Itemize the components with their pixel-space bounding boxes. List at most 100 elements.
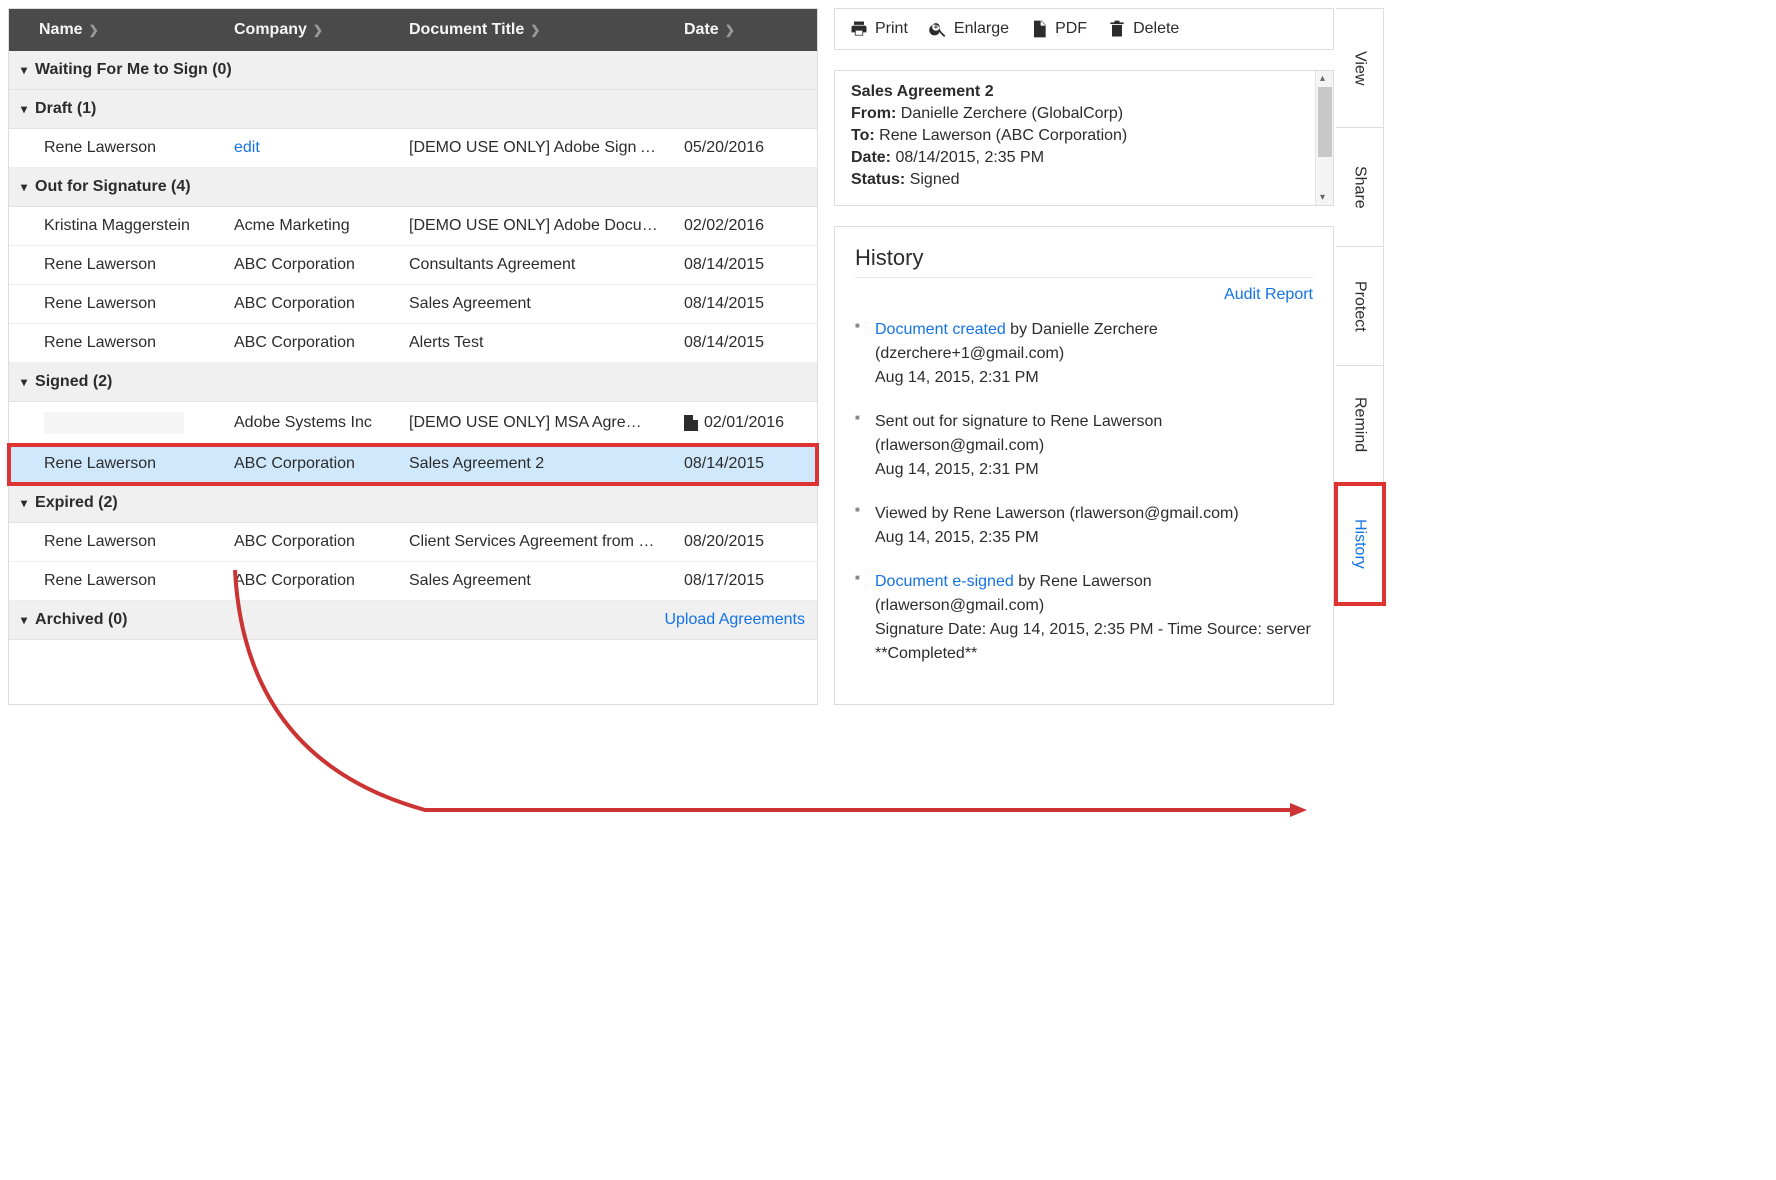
table-row[interactable]: Rene LawersonABC CorporationSales Agreem…: [9, 285, 817, 324]
table-row[interactable]: Rene LawersonABC CorporationAlerts Test0…: [9, 324, 817, 363]
agreements-table: Name❯ Company❯ Document Title ❯ Date ❯ ▾Wa…: [8, 8, 818, 705]
status-label: Status:: [851, 171, 905, 188]
history-item: Viewed by Rene Lawerson (rlawerson@gmail…: [855, 502, 1313, 550]
table-row[interactable]: Rene LawersonABC CorporationConsultants …: [9, 246, 817, 285]
history-heading: History: [855, 245, 1313, 271]
scroll-up-icon[interactable]: ▴: [1320, 73, 1325, 84]
section-header[interactable]: ▾Waiting For Me to Sign (0): [9, 51, 817, 90]
from-value: Danielle Zerchere (GlobalCorp): [901, 105, 1123, 122]
document-icon: [684, 415, 698, 431]
delete-label: Delete: [1133, 20, 1179, 38]
cell-title: Sales Agreement 2: [399, 455, 674, 473]
cell-title: [DEMO USE ONLY] Adobe Docu…: [399, 217, 674, 235]
cell-title: Consultants Agreement: [399, 256, 674, 274]
column-header-date-label: Date: [684, 21, 719, 39]
cell-company: Adobe Systems Inc: [224, 414, 399, 432]
column-header-title-label: Document Title: [409, 21, 524, 39]
chevron-right-icon: ❯: [313, 23, 323, 37]
cell-name: Rene Lawerson: [9, 139, 224, 157]
column-header-company[interactable]: Company❯: [224, 9, 399, 51]
table-row[interactable]: Rene LawersonABC CorporationSales Agreem…: [9, 562, 817, 601]
cell-company: ABC Corporation: [224, 533, 399, 551]
table-row[interactable]: Kristina MaggersteinAcme Marketing[DEMO …: [9, 207, 817, 246]
enlarge-button[interactable]: Enlarge: [928, 19, 1009, 39]
history-meta: Aug 14, 2015, 2:31 PM: [875, 461, 1039, 478]
column-header-date[interactable]: Date ❯: [674, 9, 804, 51]
cell-title: Sales Agreement: [399, 295, 674, 313]
side-tab-history[interactable]: History: [1336, 484, 1384, 604]
cell-name: Rene Lawerson: [9, 533, 224, 551]
details-title: Sales Agreement 2: [851, 83, 1317, 101]
section-label: Archived (0): [35, 611, 127, 629]
history-meta: Aug 14, 2015, 2:31 PM: [875, 369, 1039, 386]
scroll-down-icon[interactable]: ▾: [1320, 192, 1325, 203]
section-header[interactable]: ▾ Archived (0) Upload Agreements: [9, 601, 817, 640]
section-header[interactable]: ▾ Draft (1): [9, 90, 817, 129]
cell-name: Rene Lawerson: [9, 455, 224, 473]
cell-company: ABC Corporation: [224, 256, 399, 274]
cell-company: ABC Corporation: [224, 295, 399, 313]
upload-agreements-link[interactable]: Upload Agreements: [664, 611, 805, 629]
side-tab-share[interactable]: Share: [1336, 127, 1384, 247]
cell-name: Rene Lawerson: [9, 572, 224, 590]
history-item: Document created by Danielle Zerchere (d…: [855, 318, 1313, 390]
cell-date: 08/17/2015: [674, 572, 804, 590]
cell-title: [DEMO USE ONLY] Adobe Sign A…: [399, 139, 674, 157]
cell-title: [DEMO USE ONLY] MSA Agre…: [399, 414, 674, 432]
history-text: Sent out for signature to Rene Lawerson …: [875, 413, 1162, 454]
scrollbar[interactable]: ▴ ▾: [1315, 71, 1333, 205]
to-label: To:: [851, 127, 875, 144]
audit-report-link[interactable]: Audit Report: [855, 286, 1313, 304]
delete-button[interactable]: Delete: [1107, 19, 1179, 39]
edit-link[interactable]: edit: [234, 139, 260, 156]
side-tab-view[interactable]: View: [1336, 8, 1384, 128]
column-header-name[interactable]: Name❯: [9, 9, 224, 51]
cell-date: 08/14/2015: [674, 455, 804, 473]
table-header-row: Name❯ Company❯ Document Title ❯ Date ❯: [9, 9, 817, 51]
section-label: Draft (1): [35, 100, 96, 118]
pdf-label: PDF: [1055, 20, 1087, 38]
column-header-title[interactable]: Document Title ❯: [399, 9, 674, 51]
print-button[interactable]: Print: [849, 19, 908, 39]
chevron-down-icon: ▾: [21, 375, 27, 389]
pdf-icon: [1029, 19, 1049, 39]
print-icon: [849, 19, 869, 39]
cell-title: Sales Agreement: [399, 572, 674, 590]
history-text: Viewed by Rene Lawerson (rlawerson@gmail…: [875, 505, 1239, 522]
agreement-details: Sales Agreement 2 From: Danielle Zercher…: [834, 70, 1334, 206]
details-toolbar: Print Enlarge PDF Delete: [834, 8, 1334, 50]
table-row[interactable]: Rene Lawerson edit [DEMO USE ONLY] Adobe S…: [9, 129, 817, 168]
enlarge-label: Enlarge: [954, 20, 1009, 38]
section-header[interactable]: ▾Expired (2): [9, 484, 817, 523]
table-row[interactable]: Rene LawersonABC CorporationSales Agreem…: [9, 445, 817, 484]
section-header[interactable]: ▾Signed (2): [9, 363, 817, 402]
cell-date: 08/20/2015: [674, 533, 804, 551]
scroll-thumb[interactable]: [1318, 87, 1332, 157]
chevron-down-icon: ▾: [21, 613, 27, 627]
cell-date: 02/01/2016: [674, 414, 804, 432]
cell-name: Rene Lawerson: [9, 295, 224, 313]
history-action-link[interactable]: Document e-signed: [875, 573, 1014, 590]
chevron-down-icon: ▾: [21, 102, 27, 116]
from-label: From:: [851, 105, 896, 122]
history-action-link[interactable]: Document created: [875, 321, 1006, 338]
chevron-right-icon: ❯: [530, 23, 540, 37]
history-item: Sent out for signature to Rene Lawerson …: [855, 410, 1313, 482]
table-row[interactable]: Rene LawersonABC CorporationClient Servi…: [9, 523, 817, 562]
side-tab-remind[interactable]: Remind: [1336, 365, 1384, 485]
table-row[interactable]: Adobe Systems Inc[DEMO USE ONLY] MSA Agr…: [9, 402, 817, 445]
delete-icon: [1107, 19, 1127, 39]
history-item: Document e-signed by Rene Lawerson (rlaw…: [855, 570, 1313, 666]
chevron-right-icon: ❯: [725, 23, 735, 37]
pdf-button[interactable]: PDF: [1029, 19, 1087, 39]
cell-date: 02/02/2016: [674, 217, 804, 235]
section-label: Expired (2): [35, 494, 118, 512]
cell-company: ABC Corporation: [224, 455, 399, 473]
side-tab-protect[interactable]: Protect: [1336, 246, 1384, 366]
print-label: Print: [875, 20, 908, 38]
date-value: 08/14/2015, 2:35 PM: [895, 149, 1044, 166]
section-header[interactable]: ▾Out for Signature (4): [9, 168, 817, 207]
cell-title: Alerts Test: [399, 334, 674, 352]
redacted-name: [44, 412, 184, 434]
chevron-down-icon: ▾: [21, 180, 27, 194]
